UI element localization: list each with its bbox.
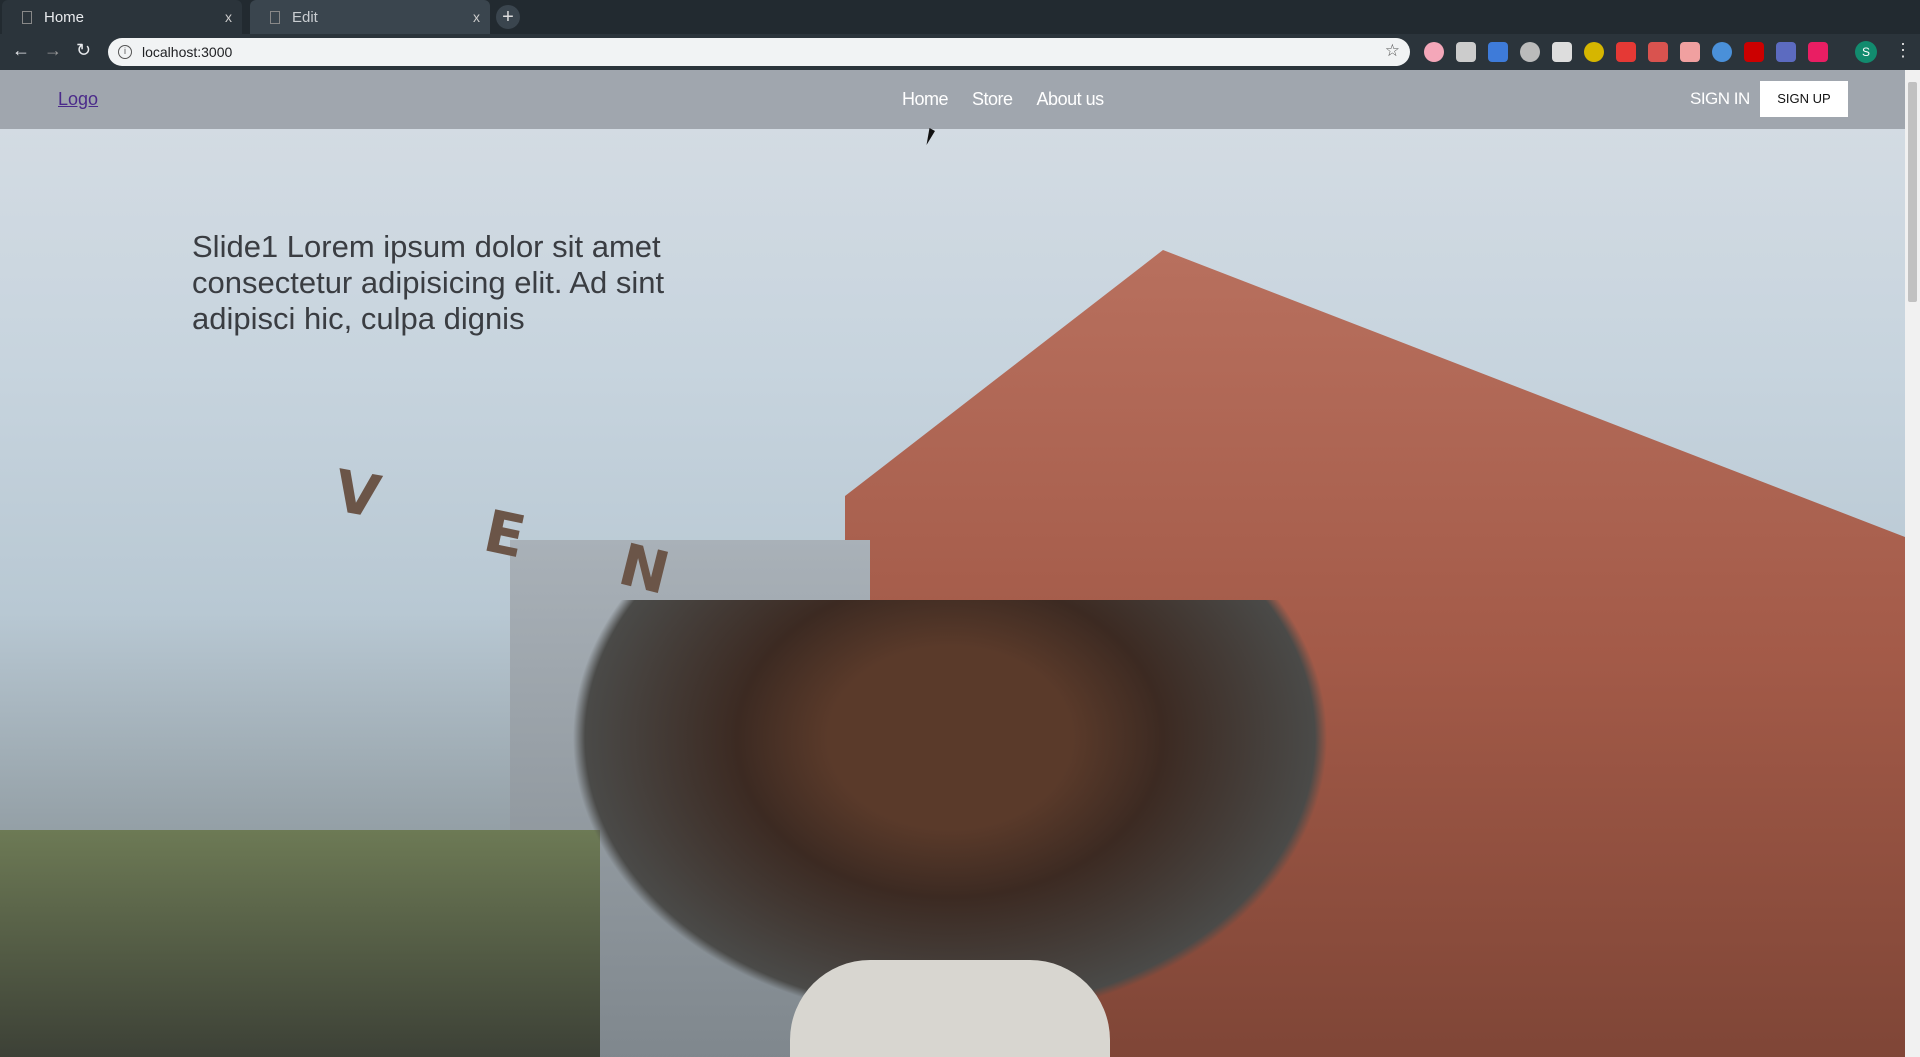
browser-toolbar: ← → ↻ i localhost:3000 ☆ S ⋮ [0,34,1920,70]
tab-label: Home [44,8,85,26]
url-text: localhost:3000 [142,44,233,60]
page: V E N Logo Home Store About us SIGN IN S… [0,70,1905,1057]
extension-icon[interactable] [1648,42,1668,62]
reload-icon[interactable]: ↻ [76,40,91,61]
extension-icon[interactable] [1424,42,1444,62]
document-icon [22,10,32,24]
scrollbar[interactable] [1905,70,1920,1057]
forward-icon[interactable]: → [44,40,62,61]
extension-icon[interactable] [1552,42,1572,62]
nav-links: Home Store About us [902,89,1104,110]
new-tab-button[interactable]: + [496,5,520,29]
bookmark-star-icon[interactable]: ☆ [1385,41,1400,61]
extensions [1424,42,1828,62]
site-navbar: Logo Home Store About us SIGN IN SIGN UP [0,70,1905,129]
extension-icon[interactable] [1744,42,1764,62]
extension-icon[interactable] [1616,42,1636,62]
info-icon[interactable]: i [118,45,132,59]
sign-letter: V [329,456,386,532]
nav-about[interactable]: About us [1037,89,1105,110]
document-icon [270,10,280,24]
extension-icon[interactable] [1488,42,1508,62]
hero-trees [0,830,600,1057]
sign-in-link[interactable]: SIGN IN [1690,89,1750,109]
extension-icon[interactable] [1808,42,1828,62]
extension-icon[interactable] [1776,42,1796,62]
profile-avatar[interactable]: S [1855,41,1877,63]
extension-icon[interactable] [1520,42,1540,62]
scrollbar-thumb[interactable] [1908,82,1917,302]
extension-icon[interactable] [1712,42,1732,62]
logo-link[interactable]: Logo [58,89,98,110]
extension-icon[interactable] [1680,42,1700,62]
close-tab-icon[interactable]: x [225,9,232,25]
tab-label: Edit [292,8,318,26]
extension-icon[interactable] [1456,42,1476,62]
extension-icon[interactable] [1584,42,1604,62]
menu-icon[interactable]: ⋮ [1894,40,1912,61]
sign-up-button[interactable]: SIGN UP [1760,81,1848,117]
nav-home[interactable]: Home [902,89,949,110]
tab-edit[interactable]: Edit x [250,0,490,34]
tab-home[interactable]: Home x [2,0,242,34]
hero-shirt [790,960,1110,1057]
close-tab-icon[interactable]: x [473,9,480,25]
nav-store[interactable]: Store [972,89,1013,110]
back-icon[interactable]: ← [12,40,30,61]
hero-headline: Slide1 Lorem ipsum dolor sit amet consec… [192,229,665,336]
tab-bar: Home x Edit x + [0,0,1920,34]
address-bar[interactable]: i localhost:3000 ☆ [108,38,1410,66]
